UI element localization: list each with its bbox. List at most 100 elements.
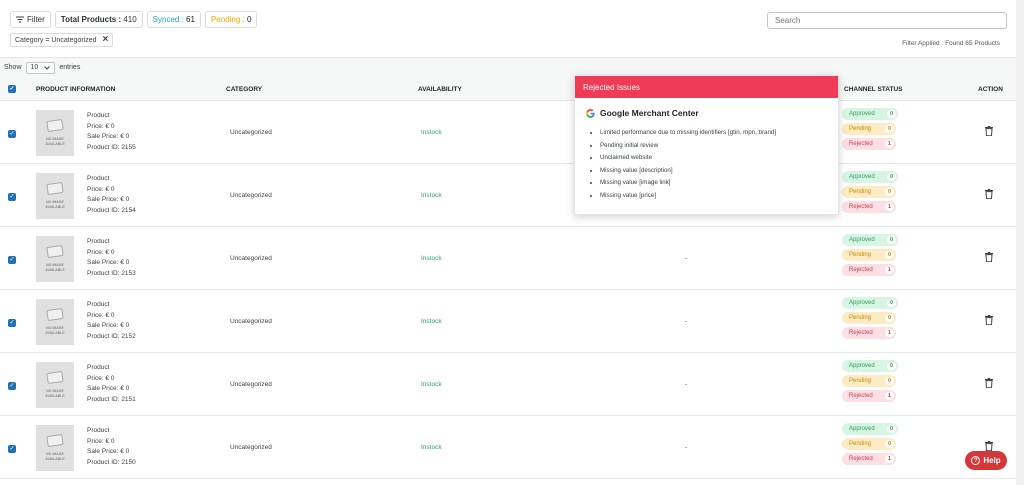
col-channel-status[interactable]: CHANNEL STATUS	[844, 86, 903, 93]
entries-select[interactable]: 10	[25, 61, 56, 74]
row-checkbox[interactable]: ✓	[8, 256, 16, 264]
rejected-issues-popup: Rejected Issues Google Merchant Center L…	[574, 75, 839, 215]
product-availability: Instock	[421, 381, 442, 388]
approved-pill[interactable]: Approved 0	[842, 171, 898, 183]
product-id: Product ID: 2154	[87, 206, 136, 214]
approved-count: 0	[887, 424, 896, 433]
no-image-text: NO IMAGE AVAILABLE	[45, 452, 65, 461]
approved-pill[interactable]: Approved 0	[842, 108, 898, 120]
pending-pill[interactable]: Pending 0	[842, 438, 896, 450]
trash-icon[interactable]	[985, 441, 993, 451]
pending-chip[interactable]: Pending : 0	[204, 11, 258, 28]
popup-channel: Google Merchant Center	[586, 108, 699, 118]
rejected-pill[interactable]: Rejected 1	[842, 453, 896, 465]
issue-item: Missing value [image link]	[600, 177, 776, 190]
pending-count: 0	[885, 124, 894, 133]
image-icon	[46, 119, 64, 133]
product-price: Price: € 0	[87, 311, 115, 319]
trash-icon[interactable]	[985, 378, 993, 388]
approved-pill[interactable]: Approved 0	[842, 360, 898, 372]
rejected-label: Rejected	[849, 455, 873, 462]
pending-pill[interactable]: Pending 0	[842, 123, 896, 135]
approved-label: Approved	[849, 110, 875, 117]
col-product-information[interactable]: PRODUCT INFORMATION	[36, 86, 115, 93]
search-input[interactable]	[767, 12, 1007, 29]
product-id: Product ID: 2153	[87, 269, 136, 277]
rejected-pill[interactable]: Rejected 1	[842, 327, 896, 339]
col-availability[interactable]: AVAILABILITY	[418, 86, 462, 93]
no-image-text: NO IMAGE AVAILABLE	[45, 137, 65, 146]
approved-pill[interactable]: Approved 0	[842, 423, 898, 435]
pending-pill[interactable]: Pending 0	[842, 249, 896, 261]
product-name[interactable]: Product	[87, 426, 136, 437]
product-name[interactable]: Product	[87, 174, 136, 185]
rejected-pill[interactable]: Rejected 1	[842, 264, 896, 276]
product-name[interactable]: Product	[87, 237, 136, 248]
pending-label: Pending	[849, 125, 872, 132]
pending-label: Pending	[849, 440, 872, 447]
rejected-count: 1	[885, 265, 894, 274]
product-name[interactable]: Product	[87, 111, 136, 122]
product-category: Uncategorized	[230, 444, 272, 451]
product-info: Product Price: € 0 Sale Price: € 0 Produ…	[87, 363, 136, 405]
row-checkbox[interactable]: ✓	[8, 193, 16, 201]
row-checkbox[interactable]: ✓	[8, 319, 16, 327]
product-name[interactable]: Product	[87, 300, 136, 311]
product-category: Uncategorized	[230, 318, 272, 325]
approved-count: 0	[887, 361, 896, 370]
approved-label: Approved	[849, 299, 875, 306]
pending-label: Pending	[849, 377, 872, 384]
approved-count: 0	[887, 298, 896, 307]
table-row: ✓ NO IMAGE AVAILABLE Product Price: € 0 …	[0, 353, 1016, 416]
trash-icon[interactable]	[985, 252, 993, 262]
show-suffix: entries	[59, 64, 81, 71]
close-icon[interactable]: ×	[103, 35, 109, 45]
entries-select-value: 10	[30, 64, 39, 71]
pending-count: 0	[885, 439, 894, 448]
rejected-pill[interactable]: Rejected 1	[842, 138, 896, 150]
product-sale-price: Sale Price: € 0	[87, 322, 130, 329]
synced-chip[interactable]: Synced : 61	[146, 11, 201, 28]
select-all-checkbox[interactable]: ✓	[8, 85, 16, 93]
row-checkbox[interactable]: ✓	[8, 445, 16, 453]
issue-item: Pending initial review	[600, 140, 776, 153]
popup-channel-name: Google Merchant Center	[600, 108, 699, 118]
products-panel: Filter Total Products : 410 Synced : 61 …	[0, 0, 1016, 485]
no-image-text: NO IMAGE AVAILABLE	[45, 200, 65, 209]
rejected-count: 1	[885, 328, 894, 337]
row-checkbox[interactable]: ✓	[8, 130, 16, 138]
trash-icon[interactable]	[985, 315, 993, 325]
product-sale-price: Sale Price: € 0	[87, 259, 130, 266]
pending-label: Pending	[849, 251, 872, 258]
col-action[interactable]: ACTION	[978, 86, 1003, 93]
popup-title: Rejected Issues	[575, 76, 838, 98]
rejected-label: Rejected	[849, 203, 873, 210]
pending-pill[interactable]: Pending 0	[842, 186, 896, 198]
pending-pill[interactable]: Pending 0	[842, 375, 896, 387]
product-info: Product Price: € 0 Sale Price: € 0 Produ…	[87, 174, 136, 216]
synced-value: 61	[186, 15, 195, 24]
image-icon	[46, 308, 64, 322]
help-button[interactable]: ? Help	[965, 451, 1007, 470]
rejected-pill[interactable]: Rejected 1	[842, 201, 896, 213]
product-id: Product ID: 2155	[87, 143, 136, 151]
product-availability: Instock	[421, 444, 442, 451]
issue-item: Missing value [price]	[600, 190, 776, 203]
product-sale-price: Sale Price: € 0	[87, 385, 130, 392]
approved-pill[interactable]: Approved 0	[842, 297, 898, 309]
filter-button[interactable]: Filter	[10, 11, 51, 28]
rejected-pill[interactable]: Rejected 1	[842, 390, 896, 402]
trash-icon[interactable]	[985, 189, 993, 199]
summary-bar: Filter Total Products : 410 Synced : 61 …	[10, 11, 258, 28]
issue-item: Limited performance due to missing ident…	[600, 127, 776, 140]
product-availability: Instock	[421, 318, 442, 325]
col-category[interactable]: CATEGORY	[226, 86, 262, 93]
rejected-label: Rejected	[849, 392, 873, 399]
row-checkbox[interactable]: ✓	[8, 382, 16, 390]
approved-pill[interactable]: Approved 0	[842, 234, 898, 246]
filter-label: Filter	[27, 15, 45, 24]
product-price: Price: € 0	[87, 248, 115, 256]
trash-icon[interactable]	[985, 126, 993, 136]
pending-pill[interactable]: Pending 0	[842, 312, 896, 324]
product-name[interactable]: Product	[87, 363, 136, 374]
